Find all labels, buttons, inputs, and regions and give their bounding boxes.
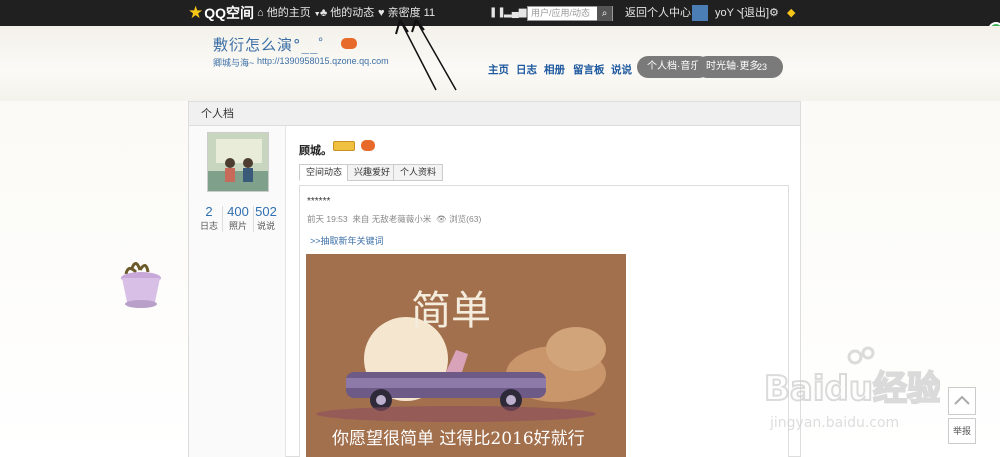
feeds-label: 他的动态 <box>330 7 375 19</box>
annotation-arrows <box>395 19 457 91</box>
stat-photos-num: 400 <box>227 204 249 219</box>
scroll-to-top-button[interactable] <box>948 387 976 415</box>
image-caption: 你愿望很简单 过得比2016好就行 <box>332 429 585 449</box>
search-input[interactable]: 用户/应用/动态 ⌕ <box>527 6 613 21</box>
top-bar: ★QQ空间 ⌂ 他的主页 ▼ ♣ 他的动态 ♥ 亲密度 11 ❚❚ ▂▄▆ 用户… <box>0 0 1000 26</box>
panel-title: 个人档 <box>201 108 234 120</box>
star-icon: ★ <box>188 3 204 22</box>
space-url[interactable]: http://1390958015.qzone.qq.com <box>257 56 389 66</box>
tab-profile-info[interactable]: 个人资料 <box>393 164 444 181</box>
space-description: 卿城与海~ <box>213 58 255 68</box>
feed-image[interactable]: 简单 你愿望很简单 过得比2016好就行 <box>306 254 626 457</box>
tab-interests[interactable]: 兴趣爱好 <box>347 164 398 181</box>
yellow-diamond-badge-icon[interactable] <box>361 140 375 151</box>
nav-shuoshuo[interactable]: 说说 <box>611 62 632 77</box>
baidu-watermark: Baidu经验 jingyan.baidu.com <box>760 345 942 435</box>
vip-badge-icon[interactable] <box>333 141 355 151</box>
nav-guestbook[interactable]: 留言板 <box>573 62 605 77</box>
feed-meta: 前天 19:53 来自 无敌老薇薇小米 👁 浏览(63) <box>307 213 481 225</box>
plant-pot-decoration <box>118 258 164 310</box>
tab-space-feeds[interactable]: 空间动态 <box>299 164 350 181</box>
feeds-link[interactable]: ♣ 他的动态 <box>320 0 374 26</box>
profile-panel: 个人档 2 日志 400 照片 502 说说 顾城。 空间动态 兴趣爱好 个人资料 *… <box>188 101 801 457</box>
stat-shuoshuo-num: 502 <box>255 204 277 219</box>
house-icon: ⌂ <box>257 7 264 19</box>
panel-header: 个人档 <box>189 102 800 126</box>
user-icon: ♣ <box>320 7 328 19</box>
stat-shuoshuo[interactable]: 502 说说 <box>252 204 280 232</box>
stat-photos[interactable]: 400 照片 <box>224 204 252 232</box>
stat-blogs-label: 日志 <box>199 221 218 231</box>
search-placeholder: 用户/应用/动态 <box>531 8 591 18</box>
logo-text: QQ空间 <box>204 5 255 21</box>
search-icon[interactable]: ⌕ <box>597 6 612 21</box>
back-home-link[interactable]: 返回个人中心 <box>625 0 691 26</box>
report-button[interactable]: 举报 <box>948 418 976 444</box>
stat-shuoshuo-label: 说说 <box>256 221 275 231</box>
logout-link[interactable]: [退出] <box>741 0 769 26</box>
signal-icon[interactable]: ▂▄▆ <box>504 0 526 26</box>
stat-photos-label: 照片 <box>228 221 247 231</box>
space-title: 敷衍怎么演°__゜ <box>213 36 335 54</box>
keyword-link[interactable]: >>抽取新年关键词 <box>310 234 384 247</box>
feed-time: 前天 19:53 <box>307 214 348 224</box>
feed-source[interactable]: 来自 无敌老薇薇小米 <box>352 214 431 224</box>
chevron-up-icon <box>954 395 970 405</box>
watermark-url: jingyan.baidu.com <box>769 415 899 431</box>
watermark-brand: Baidu经验 <box>764 369 940 409</box>
nav-timeline-more[interactable]: 时光轴·更多 <box>696 56 784 78</box>
qzone-logo[interactable]: ★QQ空间 <box>188 0 254 26</box>
stat-blogs[interactable]: 2 日志 <box>195 204 223 232</box>
eye-icon: 👁 <box>435 214 447 224</box>
yellow-diamond-badge-icon <box>341 38 357 49</box>
profile-avatar[interactable] <box>207 132 269 192</box>
profile-sidebar: 2 日志 400 照片 502 说说 <box>189 126 286 457</box>
nav-album[interactable]: 相册 <box>544 62 565 77</box>
profile-username: 顾城。 <box>299 145 332 157</box>
home-label: 他的主页 <box>266 7 311 19</box>
home-menu[interactable]: ⌂ 他的主页 ▼ <box>257 0 321 26</box>
nav-home[interactable]: 主页 <box>488 62 509 77</box>
image-title: 简单 <box>411 288 491 334</box>
vip-diamond-icon[interactable]: ◆ <box>787 0 795 26</box>
feed-views: 浏览(63) <box>449 214 482 224</box>
stat-blogs-num: 2 <box>205 204 213 219</box>
nav-blog[interactable]: 日志 <box>516 62 537 77</box>
nav-timeline-label: 时光轴·更多 <box>706 61 760 72</box>
gear-icon[interactable]: ⚙ <box>769 0 779 26</box>
more-badge: 23 <box>757 62 768 72</box>
user-avatar[interactable] <box>692 5 708 21</box>
feed-item: ****** 前天 19:53 来自 无敌老薇薇小米 👁 浏览(63) >>抽取… <box>299 185 789 457</box>
feed-content: ****** <box>307 196 331 207</box>
stat-divider <box>222 206 223 232</box>
